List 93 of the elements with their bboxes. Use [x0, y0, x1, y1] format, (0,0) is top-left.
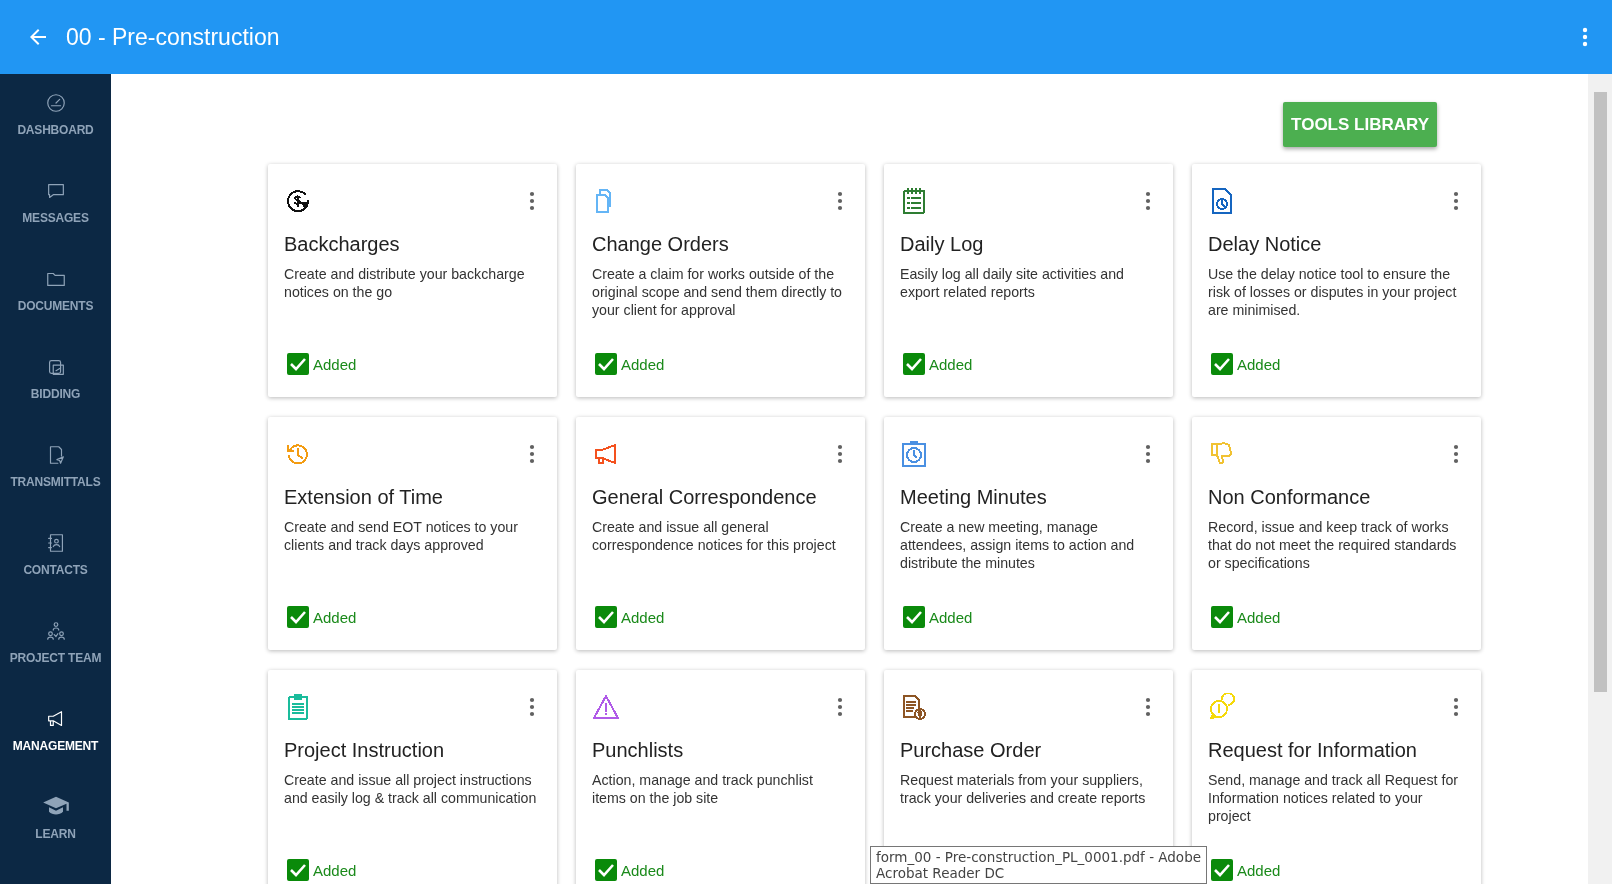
- sidebar-item[interactable]: MESSAGES: [0, 180, 111, 268]
- card-title: Purchase Order: [900, 739, 1043, 762]
- checkbox[interactable]: [287, 353, 309, 375]
- card-description: Request materials from your suppliers, track your deliveries and create reports: [900, 771, 1147, 807]
- scroll-thumb[interactable]: [1593, 92, 1607, 692]
- scrollbar[interactable]: [1588, 74, 1612, 884]
- checkbox[interactable]: [287, 606, 309, 628]
- nav-label: MANAGEMENT: [12, 739, 99, 753]
- more-icon: [837, 191, 843, 211]
- card-title: Change Orders: [592, 233, 730, 256]
- status-label: Added: [1237, 355, 1281, 373]
- more-icon: [1582, 27, 1588, 47]
- gauge-icon: [44, 92, 67, 114]
- card-title: Meeting Minutes: [900, 486, 1048, 509]
- nav-label: PROJECT TEAM: [9, 651, 102, 665]
- card-description: Create and issue all project instructions and easily log & track all communication: [284, 771, 538, 807]
- tool-card[interactable]: Change Orders Create a claim for works outside of the original scope and send them directly to your client for approval Added: [576, 164, 865, 397]
- more-icon: [837, 444, 843, 464]
- tool-card[interactable]: Project Instruction Create and issue all project instructions and easily log & track all communication Added: [268, 670, 557, 884]
- card-description: Create and issue all general correspondence notices for this project: [592, 518, 837, 554]
- more-icon: [529, 444, 535, 464]
- sidebar-item[interactable]: BIDDING: [0, 356, 111, 444]
- page-title: 00 - Pre-construction: [66, 23, 281, 51]
- nav-label: DASHBOARD: [17, 123, 94, 137]
- card-description: Use the delay notice tool to ensure the risk of losses or disputes in your project are minimised.: [1208, 265, 1458, 319]
- card-description: Send, manage and track all Request for Information notices related to your project: [1208, 771, 1459, 825]
- checkbox[interactable]: [595, 859, 617, 881]
- checkbox[interactable]: [595, 606, 617, 628]
- nav-label: BIDDING: [30, 387, 81, 401]
- status-label: Added: [621, 608, 665, 626]
- card-title: Extension of Time: [284, 486, 444, 509]
- status-label: Added: [313, 355, 357, 373]
- status-label: Added: [313, 608, 357, 626]
- sidebar-item[interactable]: MANAGEMENT: [0, 708, 111, 796]
- more-icon: [1453, 444, 1459, 464]
- nav-label: CONTACTS: [23, 563, 88, 577]
- sidebar-item[interactable]: LEARN: [0, 796, 111, 884]
- card-description: Create a claim for works outside of the original scope and send them directly to your client for approval: [592, 265, 843, 319]
- status-label: Added: [929, 355, 973, 373]
- card-title: Project Instruction: [284, 739, 446, 762]
- card-description: Record, issue and keep track of works that do not meet the required standards or specifications: [1208, 518, 1458, 572]
- nav-label: LEARN: [35, 827, 76, 841]
- card-title: Punchlists: [592, 739, 685, 762]
- more-icon: [837, 697, 843, 717]
- more-icon: [1145, 191, 1151, 211]
- tool-card[interactable]: Backcharges Create and distribute your backcharge notices on the go Added: [268, 164, 557, 397]
- tool-card[interactable]: Delay Notice Use the delay notice tool to ensure the risk of losses or disputes in your project are minimised. Added: [1192, 164, 1481, 397]
- more-icon: [1453, 191, 1459, 211]
- card-title: Non Conformance: [1208, 486, 1372, 509]
- card-title: Request for Information: [1208, 739, 1418, 762]
- card-title: Delay Notice: [1208, 233, 1323, 256]
- card-description: Action, manage and track punchlist items on the job site: [592, 771, 814, 807]
- card-description: Create a new meeting, manage attendees, assign items to action and distribute the minutes: [900, 518, 1136, 572]
- sidebar-item[interactable]: DASHBOARD: [0, 92, 111, 180]
- status-label: Added: [1237, 608, 1281, 626]
- nav-label: DOCUMENTS: [17, 299, 94, 313]
- tool-card[interactable]: Punchlists Action, manage and track punchlist items on the job site Added: [576, 670, 865, 884]
- status-label: Added: [929, 608, 973, 626]
- checkbox[interactable]: [1211, 859, 1233, 881]
- checkbox[interactable]: [1211, 353, 1233, 375]
- tool-card[interactable]: Extension of Time Create and send EOT notices to your clients and track days approved Added: [268, 417, 557, 650]
- status-label: Added: [1237, 861, 1281, 879]
- status-label: Added: [621, 861, 665, 879]
- tool-card[interactable]: General Correspondence Create and issue all general correspondence notices for this project Added: [576, 417, 865, 650]
- more-icon: [1145, 444, 1151, 464]
- more-icon: [529, 697, 535, 717]
- checkbox[interactable]: [1211, 606, 1233, 628]
- card-description: Easily log all daily site activities and export related reports: [900, 265, 1125, 301]
- card-title: General Correspondence: [592, 486, 818, 509]
- sidebar-item[interactable]: PROJECT TEAM: [0, 620, 111, 708]
- tool-card[interactable]: Non Conformance Record, issue and keep track of works that do not meet the required standards or specifications Added: [1192, 417, 1481, 650]
- nav-label: TRANSMITTALS: [10, 475, 101, 489]
- tool-card[interactable]: Meeting Minutes Create a new meeting, manage attendees, assign items to action and distribute the minutes Added: [884, 417, 1173, 650]
- sidebar-item[interactable]: CONTACTS: [0, 532, 111, 620]
- tooltip: form_00 - Pre-construction_PL_0001.pdf - Adobe Acrobat Reader DC: [870, 846, 1207, 884]
- tool-card[interactable]: Daily Log Easily log all daily site activities and export related reports Added: [884, 164, 1173, 397]
- team-icon: [44, 620, 67, 642]
- card-description: Create and send EOT notices to your clients and track days approved: [284, 518, 519, 554]
- more-icon: [1453, 697, 1459, 717]
- status-label: Added: [313, 861, 357, 879]
- card-description: Create and distribute your backcharge notices on the go: [284, 265, 526, 301]
- nav-label: MESSAGES: [22, 211, 89, 225]
- status-label: Added: [621, 355, 665, 373]
- sidebar-item[interactable]: TRANSMITTALS: [0, 444, 111, 532]
- card-title: Daily Log: [900, 233, 985, 256]
- more-icon: [529, 191, 535, 211]
- sidebar-item[interactable]: DOCUMENTS: [0, 268, 111, 356]
- card-title: Backcharges: [284, 233, 401, 256]
- checkbox[interactable]: [287, 859, 309, 881]
- more-icon: [1145, 697, 1151, 717]
- checkbox[interactable]: [595, 353, 617, 375]
- checkbox[interactable]: [903, 353, 925, 375]
- checkbox[interactable]: [903, 606, 925, 628]
